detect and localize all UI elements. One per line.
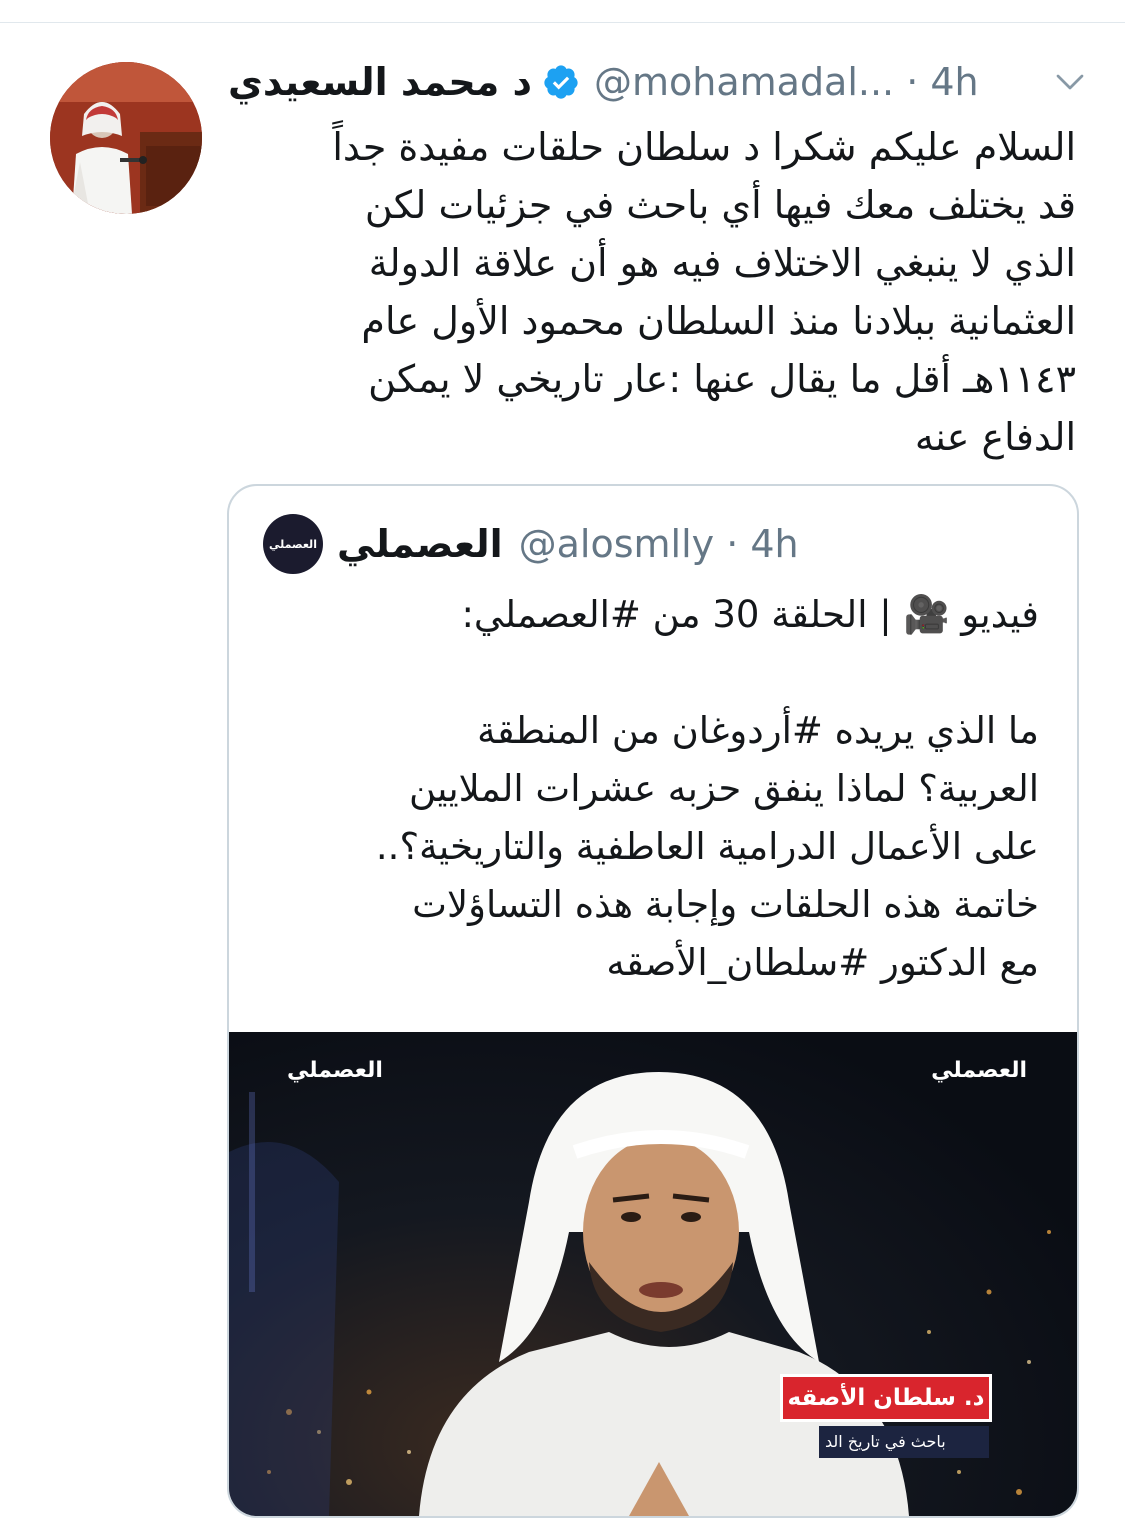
- video-lower-third-name: د. سلطان الأصقه: [783, 1377, 989, 1419]
- tweet-text: السلام عليكم شكرا د سلطان حلقات مفيدة جد…: [332, 125, 1076, 459]
- author-display-name[interactable]: د محمد السعيدي: [228, 60, 532, 104]
- quoted-tweet-header: العصملي العصملي @alosmlly · 4h: [263, 506, 1043, 582]
- quoted-author-handle-time[interactable]: @alosmlly · 4h: [519, 522, 799, 566]
- video-channel-logo-right: العصملي: [931, 1058, 1027, 1083]
- tweet-header: د محمد السعيدي @mohamadal... · 4h: [228, 52, 1088, 112]
- author-handle-time[interactable]: @mohamadal... · 4h: [594, 60, 979, 104]
- quoted-tweet-video[interactable]: العصملي العصملي د. سلطان الأصقه باحث في …: [229, 1032, 1077, 1516]
- top-divider: [0, 22, 1125, 23]
- quoted-tweet-card[interactable]: العصملي العصملي @alosmlly · 4h فيديو 🎥 |…: [227, 484, 1079, 1518]
- author-avatar-image: [50, 62, 202, 214]
- quoted-author-avatar[interactable]: العصملي: [263, 514, 323, 574]
- video-channel-logo-left: العصملي: [287, 1058, 383, 1083]
- video-lower-third-subtitle: باحث في تاريخ الد: [819, 1426, 989, 1458]
- author-avatar[interactable]: [50, 62, 202, 214]
- quoted-tweet-text: فيديو 🎥 | الحلقة 30 من #العصملي: ما الذي…: [375, 593, 1039, 984]
- verified-badge-icon: [544, 65, 578, 99]
- chevron-down-icon[interactable]: [1052, 64, 1088, 100]
- quoted-author-display-name[interactable]: العصملي: [337, 522, 503, 566]
